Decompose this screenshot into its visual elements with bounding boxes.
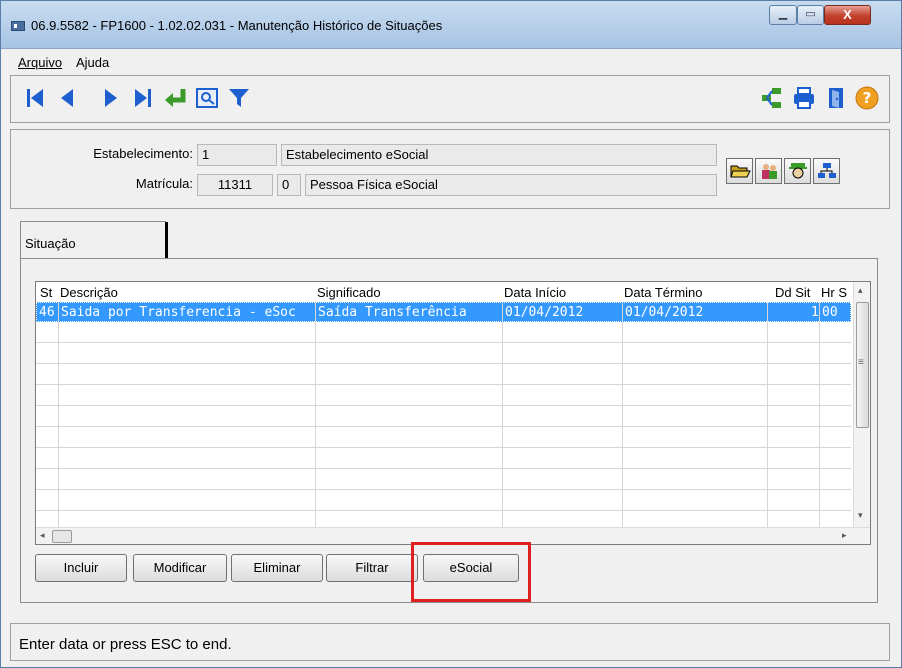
column-divider: [819, 302, 820, 530]
filtrar-button[interactable]: Filtrar: [326, 554, 418, 582]
help-icon[interactable]: ?: [853, 84, 881, 112]
next-record-icon[interactable]: [97, 84, 125, 112]
cell-significado: Saída Transferência: [318, 305, 467, 320]
window-title: 06.9.5582 - FP1600 - 1.02.02.031 - Manut…: [31, 18, 443, 33]
toolbar: ?: [10, 75, 890, 123]
table-row-empty[interactable]: [36, 428, 851, 448]
open-folder-button[interactable]: [726, 158, 753, 184]
matricula-code-field[interactable]: 11311: [197, 174, 273, 196]
scroll-right-arrow[interactable]: ▸: [842, 530, 847, 541]
cell-descricao: Saida por Transferencia - eSoc: [61, 305, 296, 320]
open-folder-icon: [729, 165, 751, 178]
scroll-up-arrow[interactable]: ▴: [858, 285, 863, 296]
vertical-scrollbar[interactable]: ▴ ≡ ▾: [853, 282, 870, 529]
eliminar-button[interactable]: Eliminar: [231, 554, 323, 582]
tab-content: St Descrição Significado Data Início Dat…: [20, 258, 878, 603]
estabelecimento-label: Estabelecimento:: [93, 146, 193, 161]
scroll-left-arrow[interactable]: ◂: [40, 530, 45, 541]
table-row-empty[interactable]: [36, 449, 851, 469]
person-hat-icon: [788, 163, 807, 179]
org-chart-icon: [817, 163, 836, 178]
incluir-button[interactable]: Incluir: [35, 554, 127, 582]
situation-grid: St Descrição Significado Data Início Dat…: [35, 281, 871, 545]
print-icon[interactable]: [790, 84, 818, 112]
menu-arquivo[interactable]: Arquivo: [18, 55, 62, 70]
column-divider: [622, 302, 623, 530]
people-button[interactable]: [755, 158, 782, 184]
table-row-empty[interactable]: [36, 323, 851, 343]
exit-icon[interactable]: [822, 84, 850, 112]
column-header-hr-s[interactable]: Hr S: [821, 285, 847, 300]
scroll-down-arrow[interactable]: ▾: [858, 510, 863, 521]
column-header-st[interactable]: St: [40, 285, 52, 300]
application-window: 06.9.5582 - FP1600 - 1.02.02.031 - Manut…: [0, 0, 902, 668]
filter-icon[interactable]: [225, 84, 253, 112]
menu-bar: Arquivo Ajuda: [10, 51, 890, 73]
relationships-icon[interactable]: [758, 84, 786, 112]
table-row[interactable]: 46 Saida por Transferencia - eSoc Saída …: [36, 302, 851, 322]
table-row-empty[interactable]: [36, 365, 851, 385]
column-header-data-termino[interactable]: Data Término: [624, 285, 703, 300]
person-hat-button[interactable]: [784, 158, 811, 184]
status-bar: Enter data or press ESC to end.: [10, 623, 890, 661]
tab-situacao[interactable]: Situação: [20, 221, 168, 260]
estabelecimento-name-field: Estabelecimento eSocial: [281, 144, 717, 166]
last-record-icon[interactable]: [129, 84, 157, 112]
table-row-empty[interactable]: [36, 386, 851, 406]
vertical-scroll-thumb[interactable]: ≡: [856, 302, 869, 428]
cell-data-inicio: 01/04/2012: [505, 305, 584, 320]
search-icon[interactable]: [193, 84, 221, 112]
column-header-data-inicio[interactable]: Data Início: [504, 285, 566, 300]
maximize-button[interactable]: ▭: [797, 5, 824, 25]
menu-ajuda[interactable]: Ajuda: [76, 55, 109, 70]
estabelecimento-code-field[interactable]: 1: [197, 144, 277, 166]
horizontal-scroll-thumb[interactable]: [52, 530, 72, 543]
matricula-label: Matrícula:: [135, 176, 193, 191]
app-icon: [11, 21, 25, 31]
table-row-empty[interactable]: [36, 344, 851, 364]
scroll-grip-icon: ≡: [858, 357, 864, 368]
minimize-button[interactable]: ▁: [769, 5, 797, 25]
column-header-dd-sit[interactable]: Dd Sit: [775, 285, 810, 300]
status-text: Enter data or press ESC to end.: [19, 636, 232, 653]
column-divider: [58, 302, 59, 530]
cell-hr-s: 00: [822, 305, 838, 320]
column-header-descricao[interactable]: Descrição: [60, 285, 118, 300]
org-chart-button[interactable]: [813, 158, 840, 184]
close-button[interactable]: X: [824, 5, 871, 25]
help-glyph: ?: [863, 89, 872, 107]
table-row-empty[interactable]: [36, 491, 851, 511]
first-record-icon[interactable]: [21, 84, 49, 112]
previous-record-icon[interactable]: [53, 84, 81, 112]
column-divider: [315, 302, 316, 530]
matricula-name-field: Pessoa Física eSocial: [305, 174, 717, 196]
table-row-empty[interactable]: [36, 470, 851, 490]
title-bar[interactable]: 06.9.5582 - FP1600 - 1.02.02.031 - Manut…: [1, 1, 901, 49]
people-icon: [761, 164, 777, 179]
column-header-significado[interactable]: Significado: [317, 285, 381, 300]
grid-header: St Descrição Significado Data Início Dat…: [36, 282, 870, 302]
column-divider: [767, 302, 768, 530]
table-row-empty[interactable]: [36, 407, 851, 427]
cell-st: 46: [39, 305, 55, 320]
cell-data-termino: 01/04/2012: [625, 305, 704, 320]
highlight-box: [411, 542, 531, 602]
column-divider: [502, 302, 503, 530]
go-to-icon[interactable]: [161, 84, 189, 112]
modificar-button[interactable]: Modificar: [133, 554, 227, 582]
header-panel: Estabelecimento: 1 Estabelecimento eSoci…: [10, 129, 890, 209]
matricula-digit-field: 0: [277, 174, 301, 196]
cell-dd-sit: 1: [811, 305, 819, 320]
